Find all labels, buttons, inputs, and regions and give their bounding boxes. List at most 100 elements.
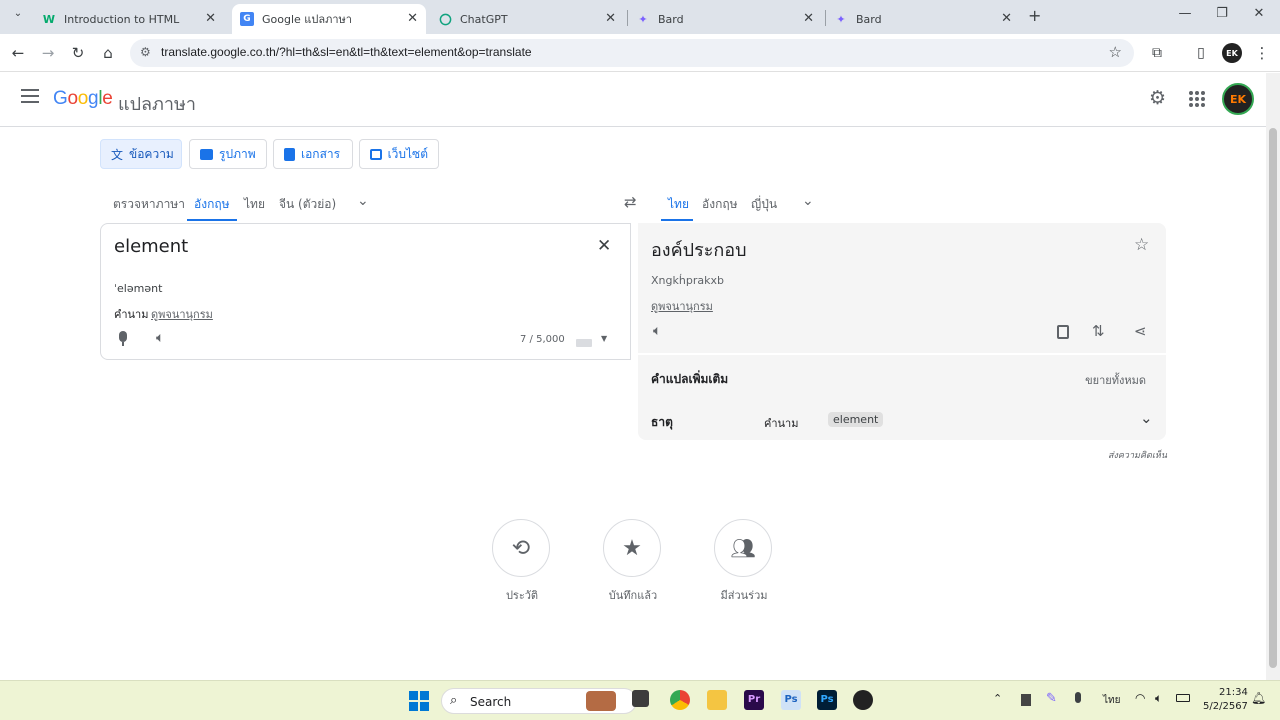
tab-bard-2[interactable]: ✦ Bard ✕ xyxy=(826,4,1020,34)
share-icon[interactable]: ⋖ xyxy=(1134,322,1147,340)
side-panel-icon[interactable]: ▯ xyxy=(1191,43,1211,63)
photoshop-icon-2[interactable]: Ps xyxy=(817,690,837,710)
tab-introduction-to-html[interactable]: W Introduction to HTML ✕ xyxy=(34,4,224,34)
target-lang-more-icon[interactable]: ⌄ xyxy=(802,193,814,209)
expand-all-button[interactable]: ขยายทั้งหมด xyxy=(1085,371,1146,389)
wifi-icon[interactable]: ◠ xyxy=(1135,691,1145,705)
source-lang-detect[interactable]: ตรวจหาภาษา xyxy=(113,195,185,214)
image-icon xyxy=(200,148,213,160)
url-text[interactable]: translate.google.co.th/?hl=th&sl=en&tl=t… xyxy=(161,45,532,59)
mode-website-button[interactable]: เว็บไซต์ xyxy=(359,139,439,169)
source-text-input[interactable]: element xyxy=(114,236,188,257)
obs-icon[interactable] xyxy=(853,690,873,710)
history-icon: ⟲ xyxy=(511,535,531,561)
file-explorer-icon[interactable] xyxy=(707,690,727,710)
tray-chevron-icon[interactable]: ⌃ xyxy=(993,692,1002,705)
search-icon: ⌕ xyxy=(450,693,458,708)
premiere-icon[interactable]: Pr xyxy=(744,690,764,710)
expand-row-chevron-icon[interactable]: ⌄ xyxy=(1140,409,1153,427)
save-translation-star-icon[interactable]: ☆ xyxy=(1134,235,1149,255)
tab-search-dropdown[interactable]: ⌄ xyxy=(9,8,27,26)
source-lang-thai[interactable]: ไทย xyxy=(244,195,265,214)
mode-document-button[interactable]: เอกสาร xyxy=(273,139,353,169)
tab-google-translate[interactable]: G Google แปลภาษา ✕ xyxy=(232,4,426,34)
profile-avatar[interactable]: EK xyxy=(1222,43,1242,63)
address-bar[interactable]: ⚙ translate.google.co.th/?hl=th&sl=en&tl… xyxy=(130,39,1134,67)
task-view-icon[interactable] xyxy=(632,690,649,707)
mode-text-button[interactable]: 文 ข้อความ xyxy=(100,139,182,169)
home-icon[interactable]: ⌂ xyxy=(98,43,118,63)
close-icon[interactable]: ✕ xyxy=(605,11,616,26)
target-panel: องค์ประกอบ ☆ Xngkh̒prakxb ดูพจนานุกรม 🔈︎… xyxy=(638,223,1166,353)
input-language[interactable]: ไทย xyxy=(1103,693,1120,708)
new-tab-button[interactable]: + xyxy=(1028,6,1041,25)
mode-image-button[interactable]: รูปภาพ xyxy=(189,139,267,169)
close-icon[interactable]: ✕ xyxy=(803,11,814,26)
site-info-icon[interactable]: ⚙ xyxy=(140,45,151,59)
battery-icon[interactable] xyxy=(1176,694,1190,702)
taskbar-search[interactable]: ⌕ Search xyxy=(441,688,637,714)
target-lang-japanese[interactable]: ญี่ปุ่น xyxy=(751,195,777,214)
account-avatar[interactable]: EK xyxy=(1222,83,1254,115)
close-icon[interactable]: ✕ xyxy=(407,11,418,26)
pen-icon[interactable]: ✎ xyxy=(1046,691,1057,706)
people-icon: 👥︎ xyxy=(730,536,756,560)
back-icon[interactable]: ← xyxy=(8,43,28,63)
tab-chatgpt[interactable]: ChatGPT ✕ xyxy=(430,4,624,34)
tray-app-icon[interactable] xyxy=(1021,694,1031,706)
clear-source-icon[interactable]: ✕ xyxy=(597,236,611,256)
reverse-translation-chip[interactable]: element xyxy=(828,412,884,427)
more-translations-title: คำแปลเพิ่มเติม xyxy=(651,372,729,386)
minimize-button[interactable]: — xyxy=(1174,6,1196,21)
swap-languages-icon[interactable]: ⇄ xyxy=(624,193,637,211)
source-speaker-icon[interactable]: 🔈︎ xyxy=(156,330,164,346)
rate-translation-icon[interactable]: ⇅ xyxy=(1092,322,1105,340)
chrome-icon[interactable] xyxy=(670,690,690,710)
target-speaker-icon[interactable]: 🔈︎ xyxy=(653,323,661,339)
photoshop-icon[interactable]: Ps xyxy=(781,690,801,710)
windows-start-icon[interactable] xyxy=(409,691,429,711)
tray-mic-icon[interactable] xyxy=(1075,692,1081,703)
forward-icon[interactable]: → xyxy=(38,43,58,63)
send-feedback-link[interactable]: ส่งความคิดเห็น xyxy=(1108,448,1167,462)
apps-grid-icon[interactable] xyxy=(1189,91,1205,107)
main-menu-icon[interactable] xyxy=(21,89,39,103)
clock-date[interactable]: 5/2/2567 xyxy=(1203,701,1248,712)
close-icon[interactable]: ✕ xyxy=(205,11,216,26)
copy-icon[interactable] xyxy=(1057,325,1069,339)
page-scrollbar[interactable] xyxy=(1266,73,1280,680)
translation-text: องค์ประกอบ xyxy=(651,240,747,261)
microphone-icon[interactable] xyxy=(118,331,128,347)
tab-strip: ⌄ W Introduction to HTML ✕ G Google แปลภ… xyxy=(0,0,1280,34)
close-icon[interactable]: ✕ xyxy=(1001,11,1012,26)
settings-gear-icon[interactable]: ⚙ xyxy=(1149,87,1166,109)
history-button[interactable]: ⟲ xyxy=(492,519,550,577)
keyboard-icon[interactable] xyxy=(576,339,592,347)
google-logo[interactable]: Google xyxy=(53,88,113,110)
keyboard-dropdown-icon[interactable]: ▼ xyxy=(601,334,607,343)
extensions-icon[interactable]: ⧉ xyxy=(1147,43,1167,63)
target-dictionary-link[interactable]: ดูพจนานุกรม xyxy=(651,297,713,315)
browser-toolbar: ← → ↻ ⌂ ⚙ translate.google.co.th/?hl=th&… xyxy=(0,34,1280,72)
close-window-button[interactable]: ✕ xyxy=(1248,6,1270,21)
source-lang-more-icon[interactable]: ⌄ xyxy=(357,193,369,209)
maximize-button[interactable]: ❐ xyxy=(1211,6,1233,21)
tab-bard-1[interactable]: ✦ Bard ✕ xyxy=(628,4,822,34)
more-row-pos: คำนาม xyxy=(764,417,799,430)
clock-time[interactable]: 21:34 xyxy=(1219,687,1248,698)
source-lang-chinese[interactable]: จีน (ตัวย่อ) xyxy=(279,195,336,214)
bookmark-star-icon[interactable]: ☆ xyxy=(1109,43,1122,61)
star-icon: ★ xyxy=(622,535,642,561)
source-dictionary-link[interactable]: ดูพจนานุกรม xyxy=(151,305,213,323)
volume-icon[interactable]: 🔈︎ xyxy=(1155,691,1162,706)
menu-kebab-icon[interactable]: ⋮ xyxy=(1252,43,1272,63)
reload-icon[interactable]: ↻ xyxy=(68,43,88,63)
source-lang-english[interactable]: อังกฤษ xyxy=(194,195,230,214)
document-icon xyxy=(284,147,295,161)
contribute-button[interactable]: 👥︎ xyxy=(714,519,772,577)
taskbar-search-label: Search xyxy=(470,695,512,709)
saved-button[interactable]: ★ xyxy=(603,519,661,577)
target-lang-thai[interactable]: ไทย xyxy=(668,195,689,214)
target-lang-english[interactable]: อังกฤษ xyxy=(702,195,738,214)
notification-bell-icon[interactable]: 🔔︎ xyxy=(1251,691,1266,705)
